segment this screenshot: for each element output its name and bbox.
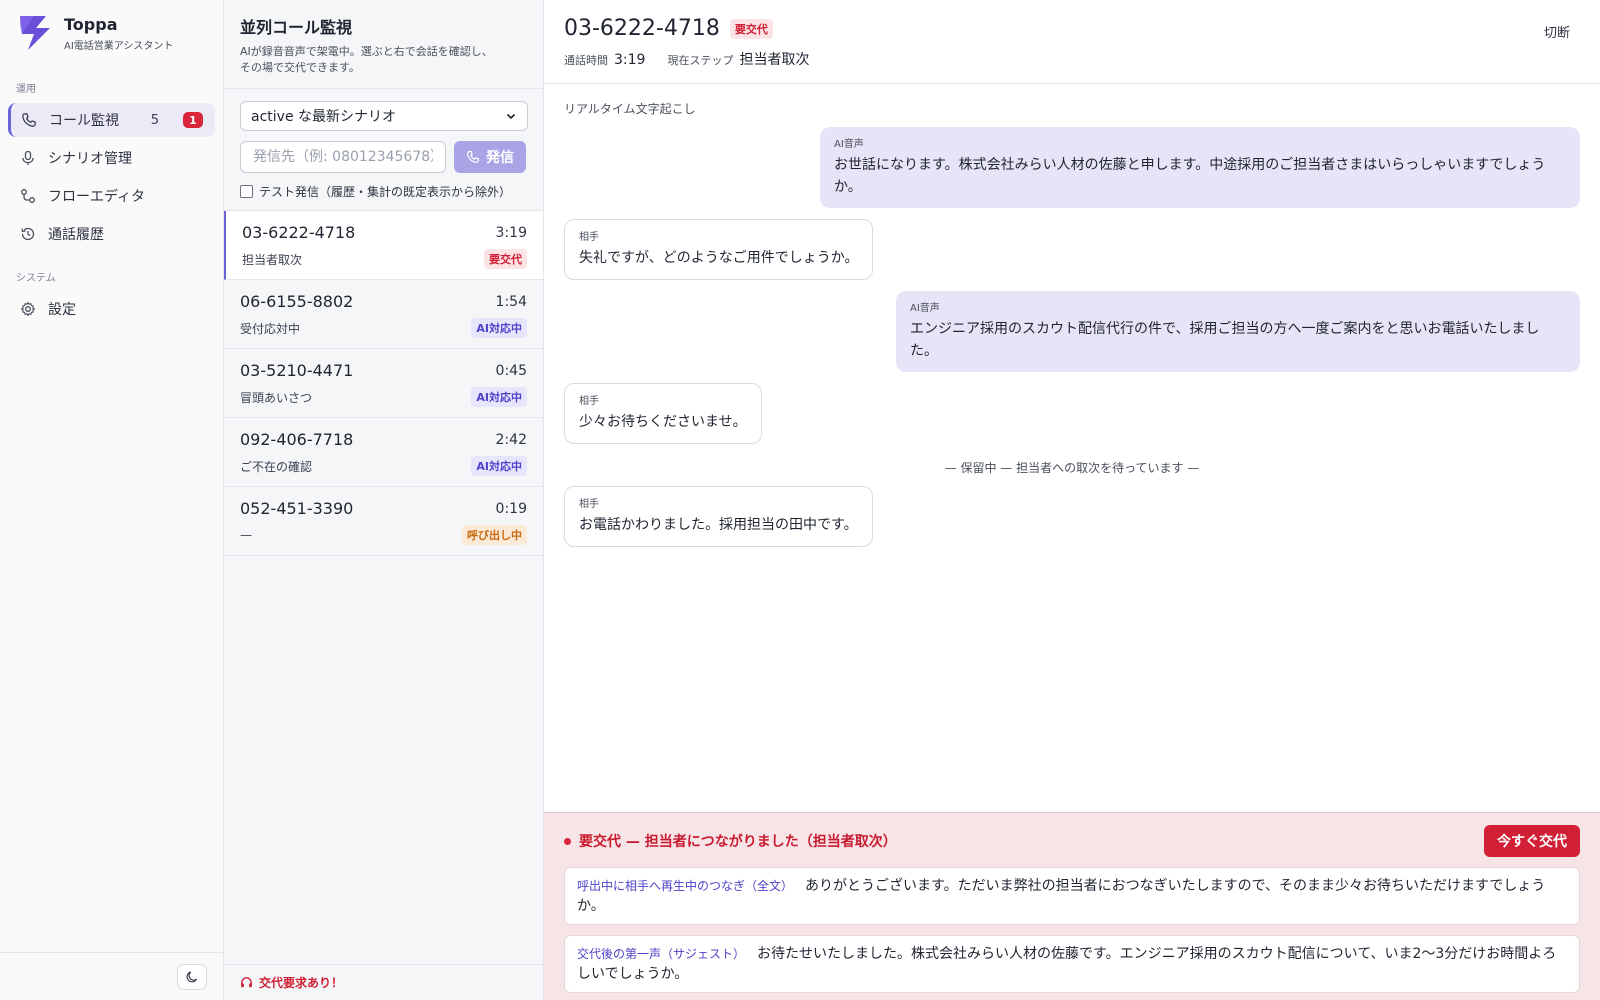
first-line-suggestion-card: 交代後の第一声（サジェスト） お待たせいたしました。株式会社みらい人材の佐藤です。… (564, 935, 1580, 993)
ai-message: AI音声 エンジニア採用のスカウト配信代行の件で、採用ご担当の方へ一度ご案内をと… (896, 291, 1580, 372)
bridge-script-label: 呼出中に相手へ再生中のつなぎ（全文） (577, 879, 794, 893)
chevron-down-icon (506, 113, 516, 120)
app-root: Toppa AI電話営業アシスタント 運用 コール監視 5 1 シナリオ管理 フ… (0, 0, 1600, 1000)
scenario-select[interactable]: active な最新シナリオ (240, 101, 528, 131)
test-call-checkbox[interactable] (240, 185, 253, 198)
call-step: 受付応対中 (240, 321, 301, 336)
sidebar-item-label: 設定 (48, 302, 76, 318)
status-badge: 呼び出し中 (462, 525, 527, 545)
call-item[interactable]: 03-6222-4718 3:19 担当者取次 要交代 (224, 211, 543, 280)
brand-name: Toppa (64, 14, 118, 34)
call-number: 03-5210-4471 (240, 361, 354, 380)
call-step: ご不在の確認 (240, 459, 313, 474)
phone-call-icon (466, 150, 480, 164)
call-number: 092-406-7718 (240, 430, 354, 449)
sidebar-item-label: フローエディタ (48, 189, 146, 205)
dial-number-input[interactable] (240, 141, 446, 173)
call-duration: 1:54 (495, 293, 527, 310)
theme-toggle-button[interactable] (177, 963, 207, 990)
status-badge: AI対応中 (471, 318, 527, 338)
call-list-panel: 並列コール監視 AIが録音音声で架電中。選ぶと右で会話を確認し、 その場で交代で… (224, 0, 544, 1000)
call-duration: 3:19 (495, 224, 527, 241)
call-item[interactable]: 092-406-7718 2:42 ご不在の確認 AI対応中 (224, 418, 543, 487)
mic-icon (20, 150, 36, 166)
brand-subtitle: AI電話営業アシスタント (64, 40, 174, 52)
call-number: 052-451-3390 (240, 499, 354, 518)
call-step: 担当者取次 (242, 252, 303, 267)
call-meta: 通話時間 3:19 現在ステップ 担当者取次 (564, 49, 1580, 69)
call-number: 03-6222-4718 (564, 16, 720, 41)
first-line-label: 交代後の第一声（サジェスト） (577, 947, 746, 961)
hold-indicator: — 保留中 — 担当者への取次を待っています — (944, 461, 1200, 475)
handoff-alert-footer: 交代要求あり！ (224, 964, 543, 1000)
call-duration: 2:42 (495, 431, 527, 448)
call-number: 03-6222-4718 (242, 223, 356, 242)
transcript-label: リアルタイム文字起こし (564, 102, 696, 116)
panel-title: 並列コール監視 (240, 18, 353, 37)
nav-section-ops: 運用 (16, 84, 36, 95)
duration-label: 通話時間 (564, 54, 608, 67)
sidebar-item-call-history[interactable]: 通話履歴 (8, 217, 215, 251)
call-step: 冒頭あいさつ (240, 390, 313, 405)
test-call-label: テスト発信（履歴・集計の既定表示から除外） (259, 185, 512, 199)
phone-icon (21, 112, 37, 128)
sidebar-item-call-monitor[interactable]: コール監視 5 1 (8, 103, 215, 137)
ai-message: AI音声 お世話になります。株式会社みらい人材の佐藤と申します。中途採用のご担当… (820, 127, 1580, 208)
call-duration: 3:19 (614, 52, 646, 68)
call-duration: 0:45 (495, 362, 527, 379)
caller-message: 相手 お電話かわりました。採用担当の田中です。 (564, 486, 873, 547)
current-step: 担当者取次 (739, 52, 810, 68)
gear-icon (20, 301, 36, 317)
call-item[interactable]: 03-5210-4471 0:45 冒頭あいさつ AI対応中 (224, 349, 543, 418)
status-badge: 要交代 (729, 18, 773, 39)
status-badge: 要交代 (484, 249, 527, 269)
call-list: 03-6222-4718 3:19 担当者取次 要交代 06-6155-8802 1:… (224, 211, 543, 964)
handoff-title: 要交代 — 担当者につながりました（担当者取次） (564, 831, 897, 851)
caller-message: 相手 失礼ですが、どのようなご用件でしょうか。 (564, 219, 874, 280)
call-step: — (240, 528, 252, 542)
caller-message: 相手 少々お待ちくださいませ。 (564, 383, 762, 444)
list-header: 並列コール監視 AIが録音音声で架電中。選ぶと右で会話を確認し、 その場で交代で… (224, 0, 543, 89)
call-duration: 0:19 (495, 500, 527, 517)
sidebar: Toppa AI電話営業アシスタント 運用 コール監視 5 1 シナリオ管理 フ… (0, 0, 224, 1000)
flow-icon (20, 188, 36, 204)
handoff-panel: 要交代 — 担当者につながりました（担当者取次） 今すぐ交代 呼出中に相手へ再生… (544, 812, 1600, 1000)
brand: Toppa AI電話営業アシスタント (0, 0, 223, 64)
call-item[interactable]: 052-451-3390 0:19 — 呼び出し中 (224, 487, 543, 556)
sidebar-item-flow-editor[interactable]: フローエディタ (8, 179, 215, 213)
transcript: リアルタイム文字起こし AI音声 お世話になります。株式会社みらい人材の佐藤と申… (544, 84, 1600, 812)
call-detail-header: 03-6222-4718 要交代 通話時間 3:19 現在ステップ 担当者取次 … (544, 0, 1600, 84)
sidebar-footer (0, 952, 223, 1000)
takeover-now-button[interactable]: 今すぐ交代 (1484, 825, 1580, 857)
call-item[interactable]: 06-6155-8802 1:54 受付応対中 AI対応中 (224, 280, 543, 349)
handoff-badge: 1 (183, 112, 203, 128)
sidebar-item-label: シナリオ管理 (48, 151, 132, 167)
active-call-count: 5 (150, 112, 159, 128)
dial-controls: active な最新シナリオ 発信 テスト発信（履歴・集計の既定表示から除外） (224, 89, 543, 211)
dial-button[interactable]: 発信 (454, 141, 526, 173)
lightning-logo-icon (20, 16, 50, 50)
history-icon (20, 226, 36, 242)
sidebar-item-label: コール監視 (49, 113, 119, 129)
call-number: 06-6155-8802 (240, 292, 354, 311)
sidebar-item-settings[interactable]: 設定 (8, 292, 215, 326)
panel-description: AIが録音音声で架電中。選ぶと右で会話を確認し、 その場で交代できます。 (240, 45, 493, 74)
moon-icon (186, 970, 198, 982)
handoff-alert-text: 交代要求あり！ (259, 976, 344, 990)
status-badge: AI対応中 (471, 456, 527, 476)
status-badge: AI対応中 (471, 387, 527, 407)
alert-dot-icon (564, 837, 571, 845)
sidebar-item-scenarios[interactable]: シナリオ管理 (8, 141, 215, 175)
hangup-button[interactable]: 切断 (1544, 22, 1570, 41)
test-call-option: テスト発信（履歴・集計の既定表示から除外） (240, 183, 527, 200)
headset-icon (241, 977, 252, 988)
sidebar-item-label: 通話履歴 (48, 227, 104, 243)
step-label: 現在ステップ (667, 54, 734, 67)
call-detail-panel: 03-6222-4718 要交代 通話時間 3:19 現在ステップ 担当者取次 … (544, 0, 1600, 1000)
bridge-script-card: 呼出中に相手へ再生中のつなぎ（全文） ありがとうございます。ただいま弊社の担当者に… (564, 867, 1580, 925)
nav-section-system: システム (16, 273, 56, 284)
